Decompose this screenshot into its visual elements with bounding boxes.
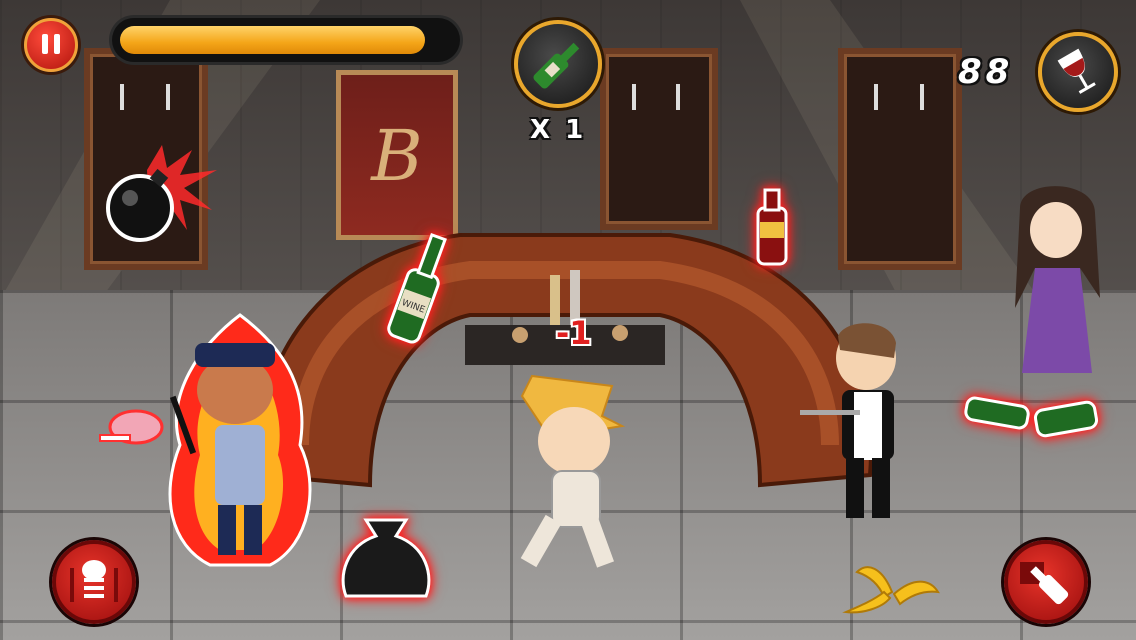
monogram-text: B (371, 115, 423, 197)
wine-glass-icon (1057, 48, 1096, 94)
sauce-bottle-item[interactable] (752, 186, 792, 270)
bottle-throw-icon (1020, 562, 1069, 605)
police-officer-character (168, 313, 312, 567)
turkey-leg-item[interactable] (96, 405, 166, 455)
food-attack-button[interactable] (52, 540, 136, 624)
cloche-food-icon (70, 560, 118, 602)
glass-badge (1038, 32, 1118, 112)
penalty-text: -1 (556, 314, 592, 352)
bottle-count-text: X 1 (530, 115, 587, 145)
bomb-icon[interactable] (92, 140, 222, 250)
game-stage[interactable]: B X 1 88 WINE -1 (0, 0, 1136, 640)
bottle-attack-button[interactable] (1004, 540, 1088, 624)
energy-bar (112, 18, 460, 62)
score-text: 88 (958, 52, 1014, 92)
broken-bottle-item[interactable] (962, 390, 1102, 448)
trash-bag-item[interactable] (336, 506, 436, 608)
waiter-character (800, 323, 896, 518)
bottle-counter-badge (514, 20, 602, 108)
lady-character (1015, 186, 1100, 373)
banana-peel-item[interactable] (842, 552, 942, 622)
pause-button[interactable] (24, 18, 78, 72)
wine-bottle-item[interactable]: WINE (380, 222, 460, 354)
energy-bar-fill (120, 26, 425, 54)
center-window (600, 48, 718, 230)
pause-icon (42, 34, 48, 54)
hero-boy-character (520, 374, 626, 568)
green-bottle-icon (533, 42, 580, 89)
